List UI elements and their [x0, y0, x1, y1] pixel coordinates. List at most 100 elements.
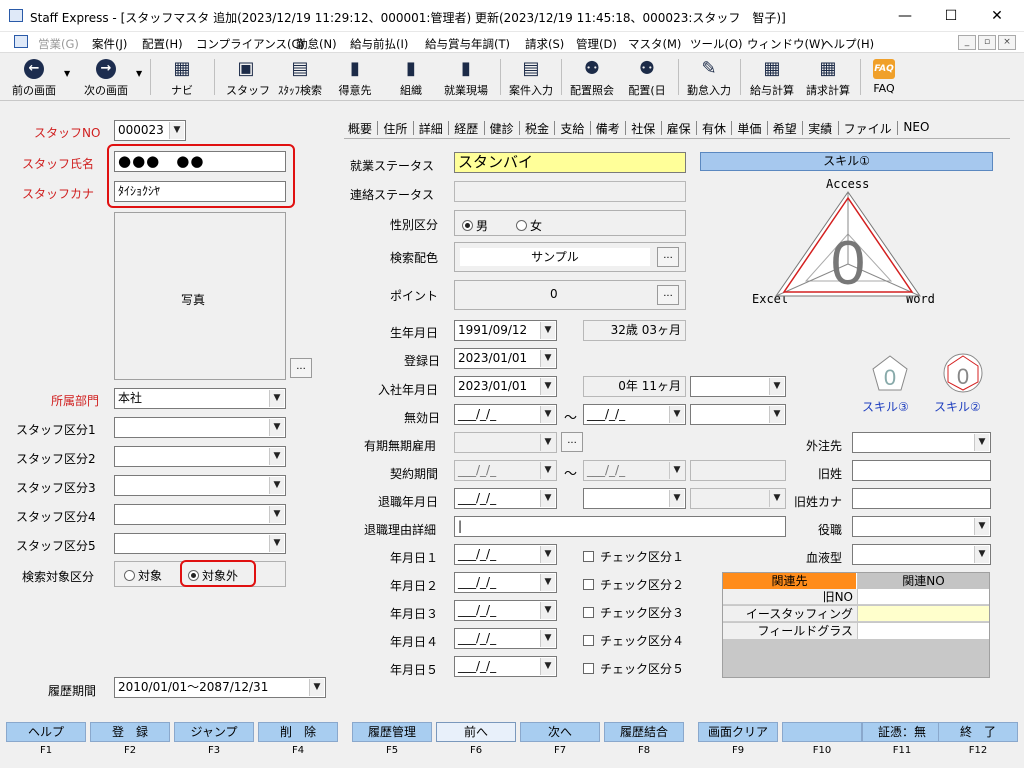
case-entry-button[interactable]: ▤ 案件入力 [506, 57, 556, 99]
skill2-link[interactable]: スキル② [934, 398, 981, 415]
points-button[interactable]: ... [657, 285, 679, 305]
staff-no-select[interactable]: 000023 ▼ [114, 120, 186, 141]
tab-14[interactable]: ファイル [844, 120, 892, 137]
tab-3[interactable]: 経歴 [454, 120, 478, 137]
search-target-radio-include[interactable]: 対象 [124, 567, 162, 584]
term-employment-button[interactable]: ... [561, 432, 583, 452]
forward-button[interactable]: → 次の画面 [78, 57, 134, 99]
gender-radio-female[interactable]: 女 [516, 217, 542, 234]
contract-from[interactable]: ___/_/_ ▼ [454, 460, 557, 481]
menu-help[interactable]: ヘルプ(H) [822, 36, 874, 52]
payroll-button[interactable]: ▦ 給与計算 [746, 57, 798, 99]
retire-date-field[interactable]: ___/_/_ ▼ [454, 488, 557, 509]
f1-help-button[interactable]: ヘルプ [6, 722, 86, 742]
tab-15[interactable]: NEO [903, 120, 929, 134]
photo-frame[interactable]: 写真 [114, 212, 286, 380]
birth-date-field[interactable]: 1991/09/12 ▼ [454, 320, 557, 341]
join-date-field[interactable]: 2023/01/01 ▼ [454, 376, 557, 397]
contact-status-field[interactable] [454, 181, 686, 202]
back-dropdown-icon[interactable]: ▼ [64, 69, 70, 78]
staff-category4-select[interactable]: ▼ [114, 504, 286, 525]
dept-select[interactable]: 本社 ▼ [114, 388, 286, 409]
tab-0[interactable]: 概要 [348, 120, 372, 137]
tab-4[interactable]: 健診 [490, 120, 514, 137]
minimize-button[interactable]: — [882, 0, 928, 32]
navi-button[interactable]: ▦ ナビ [164, 57, 200, 99]
organization-button[interactable]: ▮ 組織 [393, 57, 429, 99]
tab-1[interactable]: 住所 [383, 120, 407, 137]
menu-payroll[interactable]: 給与賞与年調(T) [425, 36, 510, 52]
billing-button[interactable]: ▦ 請求計算 [802, 57, 854, 99]
tab-8[interactable]: 社保 [631, 120, 655, 137]
join-extra-select[interactable]: ▼ [690, 376, 786, 397]
check4[interactable]: チェック区分４ [583, 632, 684, 649]
tab-5[interactable]: 税金 [525, 120, 549, 137]
old-kana-input[interactable] [852, 488, 991, 509]
ymd3-field[interactable]: ___/_/_ ▼ [454, 600, 557, 621]
outsource-select[interactable]: ▼ [852, 432, 991, 453]
f10-button[interactable] [782, 722, 862, 742]
ymd4-field[interactable]: ___/_/_ ▼ [454, 628, 557, 649]
mdi-minimize-button[interactable]: _ [958, 35, 976, 50]
tab-11[interactable]: 単価 [737, 120, 761, 137]
search-target-radio-exclude[interactable]: 対象外 [188, 567, 238, 584]
skill3-link[interactable]: スキル③ [862, 398, 909, 415]
staff-category1-select[interactable]: ▼ [114, 417, 286, 438]
staff-search-button[interactable]: ▤ ｽﾀｯﾌ検索 [274, 57, 326, 99]
placement-inquiry-button[interactable]: ⚉ 配置照会 [567, 57, 617, 99]
contract-to[interactable]: ___/_/_ ▼ [583, 460, 686, 481]
customer-button[interactable]: ▮ 得意先 [334, 57, 376, 99]
check2[interactable]: チェック区分２ [583, 576, 684, 593]
worksite-button[interactable]: ▮ 就業現場 [440, 57, 492, 99]
tab-13[interactable]: 実績 [808, 120, 832, 137]
related-row-no[interactable] [858, 623, 989, 639]
menu-advance[interactable]: 給与前払(I) [350, 36, 408, 52]
f8-merge-button[interactable]: 履歴結合 [604, 722, 684, 742]
f2-register-button[interactable]: 登 録 [90, 722, 170, 742]
forward-dropdown-icon[interactable]: ▼ [136, 69, 142, 78]
work-status-field[interactable]: スタンバイ [454, 152, 686, 173]
ymd1-field[interactable]: ___/_/_ ▼ [454, 544, 557, 565]
close-button[interactable]: ✕ [974, 0, 1020, 32]
invalid-date-from[interactable]: ___/_/_ ▼ [454, 404, 557, 425]
staff-name-input[interactable]: ●●● ●● [114, 151, 286, 172]
f9-clear-button[interactable]: 画面クリア [698, 722, 778, 742]
menu-placement[interactable]: 配置(H) [142, 36, 183, 52]
tab-6[interactable]: 支給 [560, 120, 584, 137]
menu-window[interactable]: ウィンドウ(W) [747, 36, 825, 52]
tab-7[interactable]: 備考 [596, 120, 620, 137]
related-row-no[interactable] [858, 606, 989, 622]
skill3-mini-chart-icon[interactable]: 0 [870, 354, 910, 394]
menu-master[interactable]: マスタ(M) [628, 36, 681, 52]
gender-radio-male[interactable]: 男 [462, 217, 488, 234]
faq-button[interactable]: FAQ FAQ [868, 57, 900, 99]
f11-voucher-button[interactable]: 証憑：無 [862, 722, 942, 742]
staff-category2-select[interactable]: ▼ [114, 446, 286, 467]
registration-date-field[interactable]: 2023/01/01 ▼ [454, 348, 557, 369]
f4-delete-button[interactable]: 削 除 [258, 722, 338, 742]
old-name-input[interactable] [852, 460, 991, 481]
f12-exit-button[interactable]: 終 了 [938, 722, 1018, 742]
menu-tools[interactable]: ツール(O) [690, 36, 743, 52]
check3[interactable]: チェック区分３ [583, 604, 684, 621]
placement-daily-button[interactable]: ⚉ 配置(日 [624, 57, 670, 99]
check5[interactable]: チェック区分５ [583, 660, 684, 677]
f6-prev-button[interactable]: 前へ [436, 722, 516, 742]
retire-extra-select[interactable]: ▼ [690, 488, 786, 509]
attendance-entry-button[interactable]: ✎ 勤怠入力 [684, 57, 734, 99]
menu-billing[interactable]: 請求(S) [525, 36, 564, 52]
f3-jump-button[interactable]: ジャンプ [174, 722, 254, 742]
check1[interactable]: チェック区分１ [583, 548, 684, 565]
f5-history-button[interactable]: 履歴管理 [352, 722, 432, 742]
tab-10[interactable]: 有休 [702, 120, 726, 137]
mdi-close-button[interactable]: × [998, 35, 1016, 50]
staff-kana-input[interactable]: ﾀｲｼｮｸｼﾔ [114, 181, 286, 202]
history-period-select[interactable]: 2010/01/01〜2087/12/31 ▼ [114, 677, 326, 698]
staff-button[interactable]: ▣ スタッフ [226, 57, 270, 99]
ymd2-field[interactable]: ___/_/_ ▼ [454, 572, 557, 593]
skill2-mini-chart-icon[interactable]: 0 [942, 352, 984, 394]
tab-9[interactable]: 雇保 [667, 120, 691, 137]
related-row-no[interactable] [858, 589, 989, 605]
retire-reason-select[interactable]: ▼ [583, 488, 686, 509]
ymd5-field[interactable]: ___/_/_ ▼ [454, 656, 557, 677]
